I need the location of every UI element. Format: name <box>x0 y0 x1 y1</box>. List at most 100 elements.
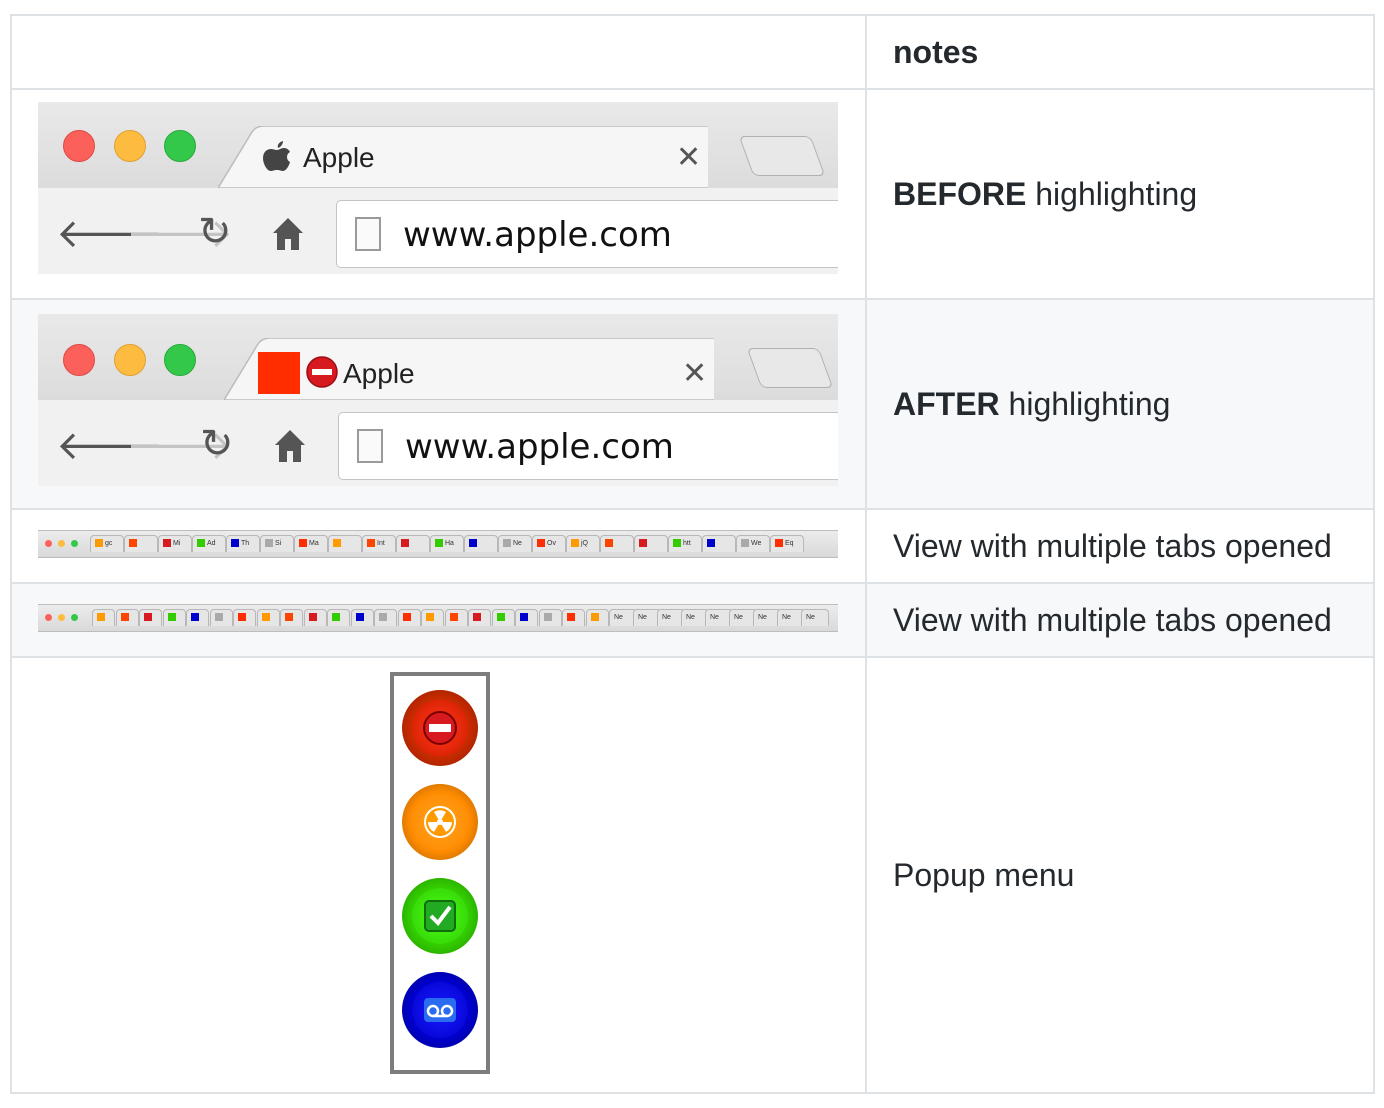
mini-tab[interactable] <box>162 609 186 626</box>
mini-tab[interactable] <box>538 609 562 626</box>
mini-tab[interactable] <box>256 609 280 626</box>
mini-tab[interactable] <box>562 609 585 626</box>
mini-tab[interactable] <box>421 609 444 626</box>
mini-tab[interactable] <box>444 609 468 626</box>
favicon-icon <box>379 613 387 622</box>
mini-tab-label: Ne <box>782 614 791 621</box>
mini-tab[interactable] <box>468 609 491 626</box>
minimize-window-light[interactable] <box>58 540 65 547</box>
address-bar[interactable]: www.apple.com <box>338 412 838 480</box>
mini-tab[interactable] <box>233 609 256 626</box>
mini-tab[interactable] <box>92 609 115 626</box>
mini-tab[interactable]: Int <box>362 535 396 552</box>
orange-radiation-button[interactable] <box>402 784 478 860</box>
zoom-window-light[interactable] <box>164 344 196 376</box>
mini-tab[interactable] <box>327 609 350 626</box>
mini-tab[interactable] <box>702 535 736 552</box>
mini-tab[interactable] <box>280 609 303 626</box>
mini-tab[interactable]: Ov <box>532 535 566 552</box>
new-tab-button[interactable] <box>738 136 826 176</box>
mini-tab[interactable]: Ne <box>498 535 532 552</box>
mini-tab[interactable] <box>115 609 139 626</box>
after-screenshot-cell: Apple ✕ 🡐 🡒 ↻ www.apple.com <box>10 298 867 510</box>
mini-tab[interactable] <box>397 609 421 626</box>
favicon-icon <box>231 539 239 548</box>
mini-tab[interactable] <box>303 609 327 626</box>
blue-voicemail-button[interactable] <box>402 972 478 1048</box>
favicon-icon <box>639 539 647 548</box>
red-stop-button[interactable] <box>402 690 478 766</box>
favicon-icon <box>449 613 458 622</box>
favicon-icon <box>163 539 171 548</box>
mini-tab[interactable] <box>139 609 162 626</box>
apple-logo-icon <box>263 141 290 171</box>
mini-tab[interactable] <box>350 609 374 626</box>
mini-tab[interactable] <box>186 609 209 626</box>
mini-tab[interactable] <box>374 609 397 626</box>
mini-tab[interactable] <box>464 535 498 552</box>
mini-tab-label: jQ <box>581 540 588 547</box>
active-tab[interactable] <box>218 126 708 189</box>
table-row: gc Mi Ad Th Si Ma Int Ha Ne Ov jQ htt We Eq View with… <box>10 508 1375 584</box>
home-icon[interactable] <box>274 428 306 464</box>
popup-note: Popup menu <box>865 656 1375 1094</box>
mini-tab[interactable] <box>328 535 362 552</box>
tab-close-icon[interactable]: ✕ <box>676 140 701 175</box>
mini-tab[interactable] <box>515 609 538 626</box>
green-check-button[interactable] <box>402 878 478 954</box>
mini-tab-label: Si <box>275 540 282 547</box>
zoom-window-light[interactable] <box>164 130 196 162</box>
tab-title: Apple <box>303 142 375 173</box>
mini-tab[interactable] <box>491 609 515 626</box>
tab-close-icon[interactable]: ✕ <box>682 356 707 391</box>
mini-tab-label: Ne <box>638 614 647 621</box>
mini-tab[interactable] <box>209 609 233 626</box>
home-icon[interactable] <box>272 216 304 252</box>
favicon-icon <box>238 613 246 622</box>
close-window-light[interactable] <box>63 344 95 376</box>
close-window-light[interactable] <box>45 540 52 547</box>
minimize-window-light[interactable] <box>114 344 146 376</box>
mini-tab[interactable] <box>600 535 634 552</box>
mini-tab[interactable]: Ma <box>294 535 328 552</box>
no-entry-icon <box>423 711 457 745</box>
mini-tab[interactable] <box>634 535 668 552</box>
mini-tab-label: Ne <box>662 614 671 621</box>
strip1-cell: gc Mi Ad Th Si Ma Int Ha Ne Ov jQ htt We Eq <box>10 508 867 584</box>
mini-tab[interactable] <box>585 609 609 626</box>
page-icon <box>355 217 381 251</box>
mini-tab[interactable]: htt <box>668 535 702 552</box>
table-row: Apple ✕ 🡐 🡒 ↻ www.apple.com AFTER highli… <box>10 298 1375 510</box>
zoom-window-light[interactable] <box>71 540 78 547</box>
highlight-marker <box>258 352 300 394</box>
mini-tab[interactable]: Ad <box>192 535 226 552</box>
mini-tab[interactable]: Ha <box>430 535 464 552</box>
mini-tab[interactable] <box>396 535 430 552</box>
mini-tab-label: Ne <box>513 540 522 547</box>
favicon-icon <box>503 539 511 548</box>
header-row: notes <box>10 14 1375 90</box>
mini-tab[interactable] <box>124 535 158 552</box>
reload-icon[interactable]: ↻ <box>200 424 234 464</box>
mini-tab[interactable]: Ne <box>801 609 829 626</box>
url-text: www.apple.com <box>403 215 672 255</box>
mini-tab-label: Ne <box>686 614 695 621</box>
mini-tab[interactable]: Th <box>226 535 260 552</box>
mini-tab[interactable]: We <box>736 535 770 552</box>
mini-tab[interactable]: Si <box>260 535 294 552</box>
favicon-icon <box>299 539 307 548</box>
minimize-window-light[interactable] <box>58 614 65 621</box>
close-window-light[interactable] <box>45 614 52 621</box>
table-row: Apple ✕ 🡐 🡒 ↻ www.apple.com BEFORE highl… <box>10 88 1375 300</box>
mini-tab[interactable]: jQ <box>566 535 600 552</box>
minimize-window-light[interactable] <box>114 130 146 162</box>
mini-tab[interactable]: Eq <box>770 535 804 552</box>
mini-tab[interactable]: Mi <box>158 535 192 552</box>
mini-tab[interactable]: gc <box>90 535 124 552</box>
address-bar[interactable]: www.apple.com <box>336 200 838 268</box>
zoom-window-light[interactable] <box>71 614 78 621</box>
close-window-light[interactable] <box>63 130 95 162</box>
new-tab-button[interactable] <box>746 348 834 388</box>
favicon-icon <box>129 539 137 548</box>
reload-icon[interactable]: ↻ <box>198 212 232 252</box>
